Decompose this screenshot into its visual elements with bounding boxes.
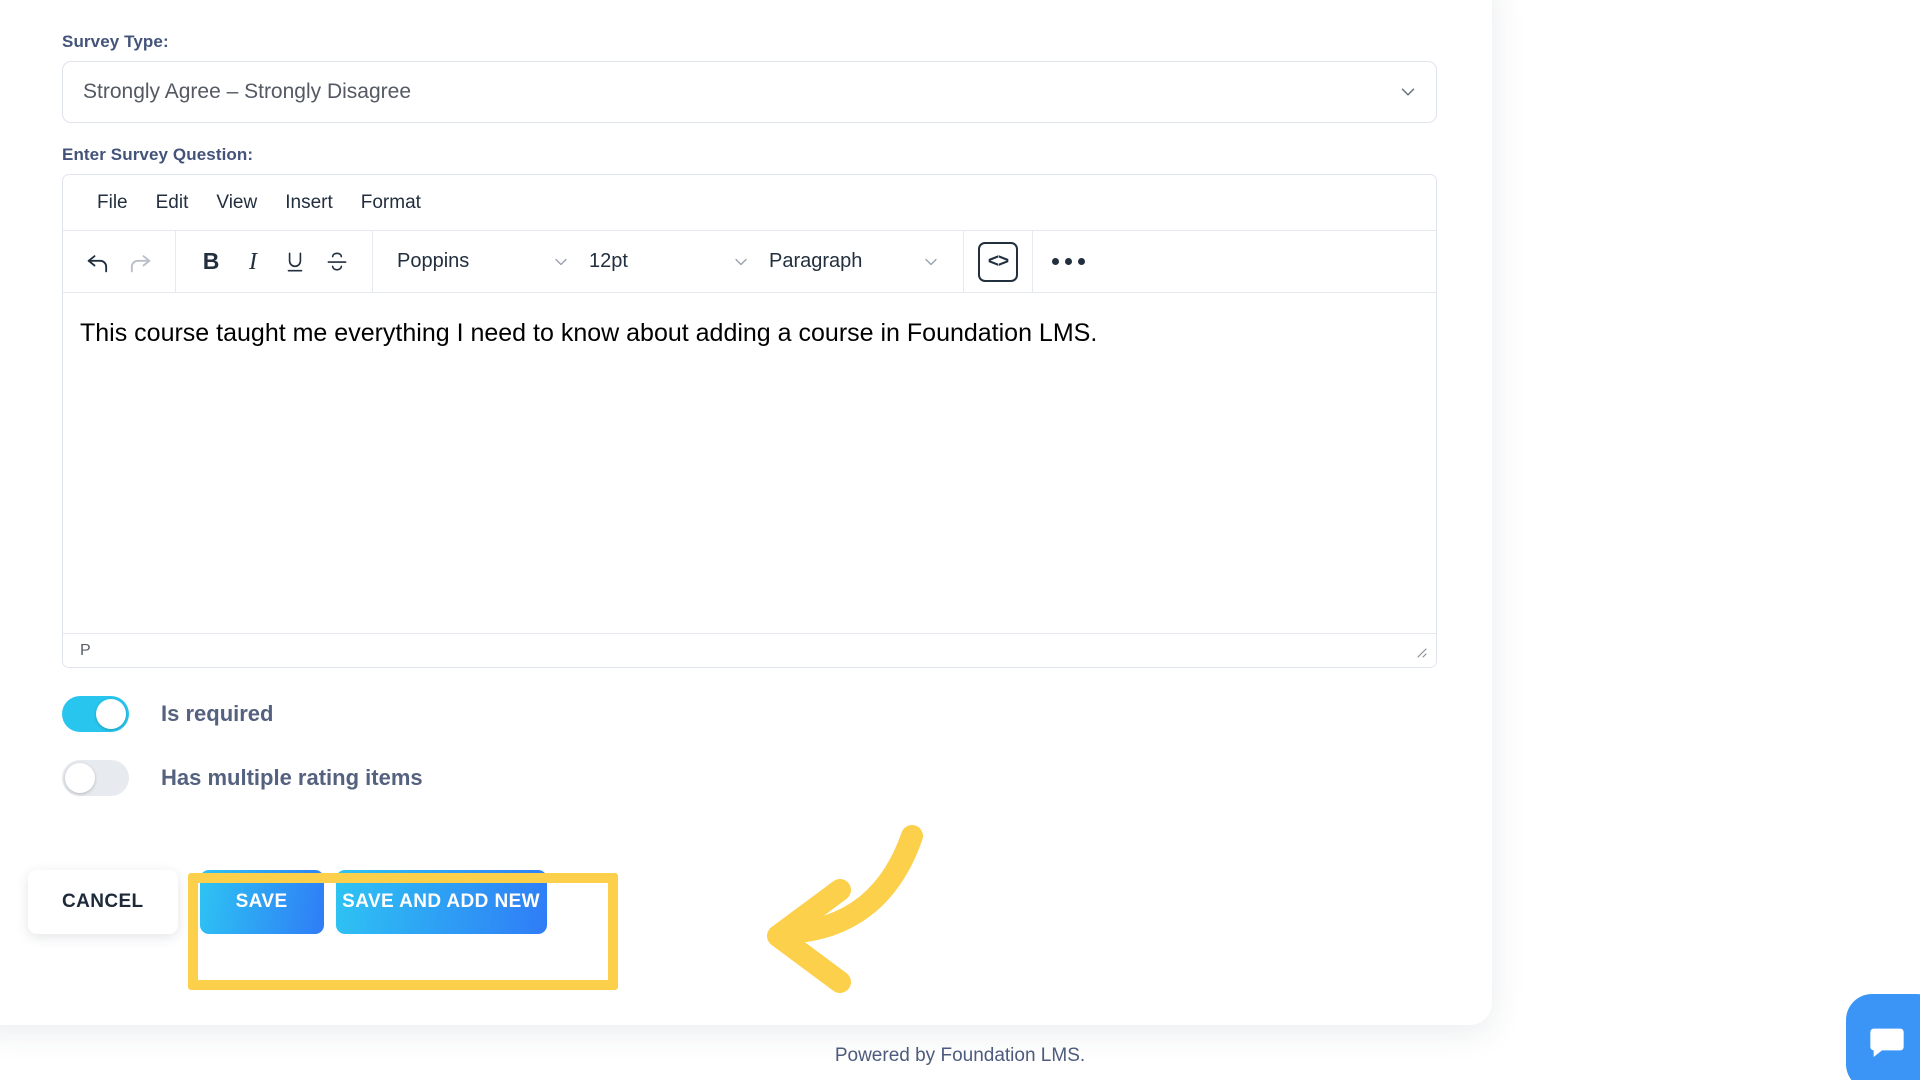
toggle-knob <box>96 699 126 729</box>
menu-item-format[interactable]: Format <box>350 188 432 218</box>
form-actions: CANCEL SAVE SAVE AND ADD NEW <box>28 870 547 934</box>
menu-item-file[interactable]: File <box>86 188 139 218</box>
menu-item-edit[interactable]: Edit <box>145 188 200 218</box>
font-family-select[interactable]: Poppins <box>387 241 579 283</box>
is-required-toggle[interactable] <box>62 696 129 732</box>
bold-button[interactable]: B <box>190 241 232 283</box>
has-multiple-rating-items-toggle[interactable] <box>62 760 129 796</box>
rich-text-editor: File Edit View Insert Format B I Poppins… <box>62 174 1437 668</box>
toolbar-group-typography: Poppins 12pt Paragraph <box>373 231 964 292</box>
menu-item-insert[interactable]: Insert <box>274 188 344 218</box>
chevron-down-icon <box>1397 81 1419 103</box>
element-path[interactable]: P <box>80 642 91 660</box>
chevron-down-icon <box>551 252 571 272</box>
resize-handle-icon[interactable] <box>1412 643 1428 659</box>
toolbar-group-format: B I <box>176 231 373 292</box>
block-format-value: Paragraph <box>769 250 863 272</box>
survey-type-select-value[interactable]: Strongly Agree – Strongly Disagree <box>62 61 1437 123</box>
editor-paragraph[interactable]: This course taught me everything I need … <box>80 315 1419 351</box>
block-format-select[interactable]: Paragraph <box>759 241 949 283</box>
has-multiple-rating-items-label: Has multiple rating items <box>161 765 423 790</box>
toggle-row-is-required: Is required <box>62 696 1437 732</box>
cancel-button[interactable]: CANCEL <box>28 870 178 934</box>
font-family-value: Poppins <box>397 250 470 272</box>
toggle-row-has-multiple-rating-items: Has multiple rating items <box>62 760 1437 796</box>
toolbar-group-source: <> <box>964 231 1033 292</box>
chat-bubble-icon <box>1870 1028 1904 1057</box>
editor-content-area[interactable]: This course taught me everything I need … <box>63 293 1436 633</box>
more-options-icon[interactable] <box>1047 241 1089 283</box>
editor-toolbar: B I Poppins 12pt Paragraph <> <box>63 231 1436 293</box>
footer-text: Powered by Foundation LMS. <box>834 1045 1086 1066</box>
menu-item-view[interactable]: View <box>205 188 268 218</box>
bold-icon: B <box>202 248 220 274</box>
survey-type-select[interactable]: Strongly Agree – Strongly Disagree <box>62 61 1437 123</box>
page-root: Survey Type: Strongly Agree – Strongly D… <box>0 0 1920 1080</box>
italic-button[interactable]: I <box>232 241 274 283</box>
survey-type-label: Survey Type: <box>62 32 169 51</box>
toolbar-group-more <box>1033 231 1103 292</box>
toggle-knob <box>65 763 95 793</box>
editor-menubar: File Edit View Insert Format <box>63 175 1436 231</box>
ellipsis-icon <box>1051 258 1085 265</box>
italic-icon: I <box>249 248 257 275</box>
chevron-down-icon <box>731 252 751 272</box>
survey-question-label: Enter Survey Question: <box>62 145 254 164</box>
save-and-add-new-button[interactable]: SAVE AND ADD NEW <box>335 870 547 934</box>
strikethrough-button[interactable] <box>316 241 358 283</box>
undo-icon[interactable] <box>77 241 119 283</box>
redo-icon[interactable] <box>119 241 161 283</box>
save-button[interactable]: SAVE <box>199 870 324 934</box>
editor-statusbar: P <box>63 633 1436 667</box>
chat-support-button[interactable] <box>1846 994 1920 1080</box>
source-code-icon[interactable]: <> <box>978 241 1018 282</box>
underline-button[interactable] <box>274 241 316 283</box>
chevron-down-icon <box>921 252 941 272</box>
card-content: Survey Type: Strongly Agree – Strongly D… <box>62 32 1437 796</box>
toolbar-group-history <box>63 231 176 292</box>
font-size-select[interactable]: 12pt <box>579 241 759 283</box>
font-size-value: 12pt <box>589 250 628 272</box>
annotation-arrow-icon <box>767 825 923 993</box>
is-required-label: Is required <box>161 701 274 726</box>
